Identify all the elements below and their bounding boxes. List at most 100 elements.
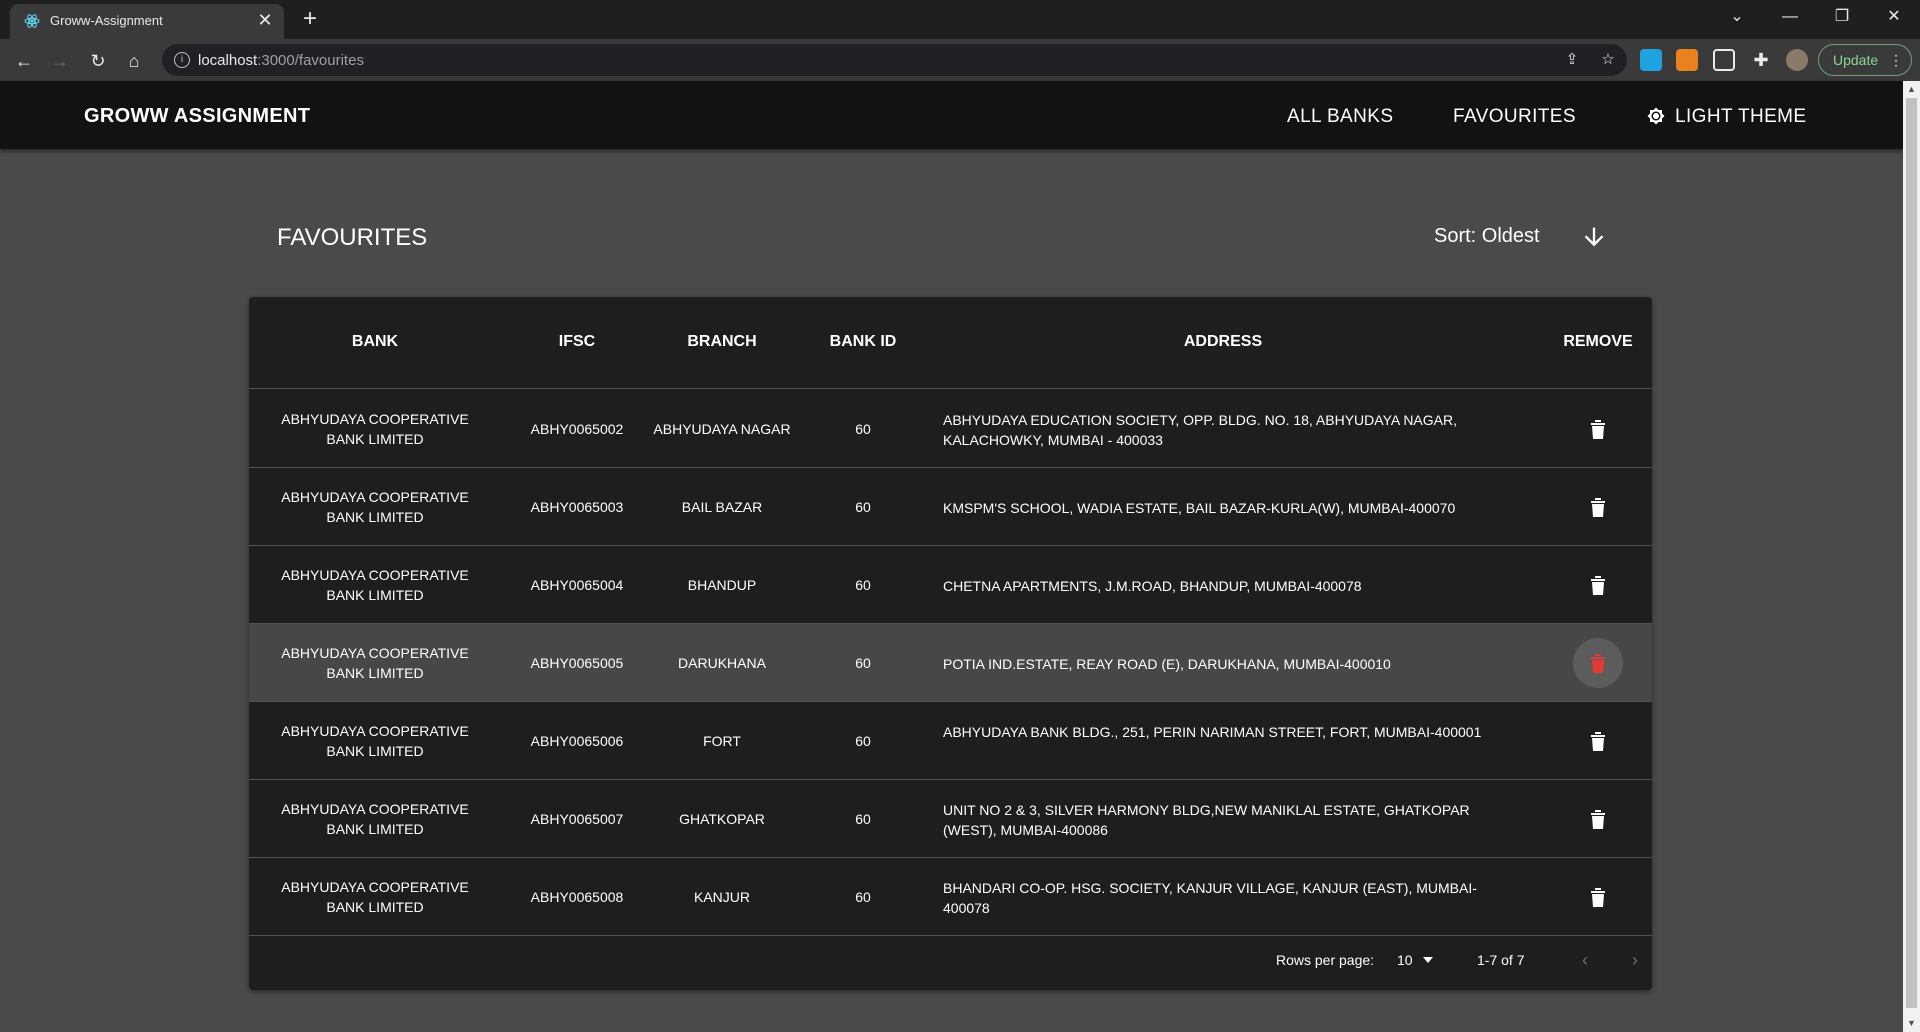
trash-icon — [1591, 654, 1605, 673]
url-text: localhost:3000/favourites — [198, 52, 364, 69]
brand-title[interactable]: GROWW ASSIGNMENT — [84, 105, 310, 128]
nav-favourites[interactable]: FAVOURITES — [1453, 106, 1576, 128]
remove-favourite-button[interactable] — [1573, 482, 1623, 532]
bank-name-cell: ABHYUDAYA COOPERATIVE BANK LIMITED — [281, 879, 469, 915]
minimize-icon[interactable]: — — [1765, 0, 1815, 34]
remove-favourite-button[interactable] — [1573, 872, 1623, 922]
ifsc-cell: ABHY0065003 — [530, 499, 624, 515]
bank-id-cell: 60 — [855, 577, 871, 593]
remove-favourite-button[interactable] — [1573, 404, 1623, 454]
share-icon[interactable]: ⇪ — [1562, 50, 1582, 70]
remove-favourite-button[interactable] — [1573, 638, 1623, 688]
bank-name-cell: ABHYUDAYA COOPERATIVE BANK LIMITED — [281, 489, 469, 525]
metamask-icon[interactable] — [1676, 49, 1698, 71]
tab-strip: Groww-Assignment ✕ + ⌄ — ❐ ✕ — [0, 0, 1920, 39]
app-header: GROWW ASSIGNMENT ALL BANKS FAVOURITES LI… — [0, 81, 1903, 149]
puzzle-extensions-icon[interactable]: ✚ — [1750, 49, 1772, 71]
table-row: ABHYUDAYA COOPERATIVE BANK LIMITED ABHY00… — [249, 468, 1652, 546]
update-button[interactable]: Update ⋮ — [1818, 44, 1912, 76]
bank-id-cell: 60 — [855, 421, 871, 437]
bookmark-star-icon[interactable]: ☆ — [1598, 50, 1618, 70]
branch-cell: KANJUR — [693, 889, 750, 905]
reload-icon[interactable]: ↻ — [84, 47, 112, 75]
trash-icon — [1591, 732, 1605, 751]
theme-toggle-button[interactable]: LIGHT THEME — [1675, 106, 1806, 128]
column-header-address: ADDRESS — [1183, 333, 1263, 350]
address-cell: KMSPM'S SCHOOL, WADIA ESTATE, BAIL BAZAR… — [943, 500, 1456, 516]
column-header-bank: BANK — [351, 333, 399, 350]
address-cell: BHANDARI CO-OP. HSG. SOCIETY, KANJUR VIL… — [943, 880, 1477, 916]
ifsc-cell: ABHY0065005 — [530, 655, 624, 671]
bank-name-cell: ABHYUDAYA COOPERATIVE BANK LIMITED — [281, 723, 469, 759]
ifsc-cell: ABHY0065006 — [530, 733, 624, 749]
address-cell: ABHYUDAYA EDUCATION SOCIETY, OPP. BLDG. … — [943, 412, 1458, 448]
table-row: ABHYUDAYA COOPERATIVE BANK LIMITED ABHY00… — [249, 624, 1652, 702]
branch-cell: DARUKHANA — [678, 655, 766, 671]
remove-favourite-button[interactable] — [1573, 560, 1623, 610]
table-header: BANK IFSC BRANCH BANK ID ADDRESS REMOVE — [249, 297, 1652, 389]
brightness-icon[interactable] — [1647, 107, 1665, 125]
site-info-icon[interactable]: i — [174, 52, 190, 68]
more-menu-icon: ⋮ — [1889, 52, 1903, 68]
table-pagination: Rows per page: 10 1-7 of 7 ‹ › — [249, 932, 1652, 990]
table-row: ABHYUDAYA COOPERATIVE BANK LIMITED ABHY00… — [249, 780, 1652, 858]
address-cell: CHETNA APARTMENTS, J.M.ROAD, BHANDUP, MU… — [943, 578, 1362, 594]
table-row: ABHYUDAYA COOPERATIVE BANK LIMITED ABHY00… — [249, 390, 1652, 468]
address-bar[interactable]: i localhost:3000/favourites ⇪ ☆ — [162, 44, 1627, 76]
back-icon[interactable]: ← — [10, 47, 38, 75]
page-title: FAVOURITES — [277, 224, 428, 251]
branch-cell: BHANDUP — [687, 577, 757, 593]
browser-toolbar: ← → ↻ ⌂ i localhost:3000/favourites ⇪ ☆ … — [0, 39, 1920, 81]
ifsc-cell: ABHY0065007 — [530, 811, 624, 827]
forward-icon[interactable]: → — [46, 47, 74, 75]
tab-close-icon[interactable]: ✕ — [254, 9, 276, 31]
trash-icon — [1591, 888, 1605, 907]
next-page-button[interactable]: › — [1623, 949, 1647, 973]
extension-icon[interactable] — [1640, 49, 1662, 71]
browser-tab[interactable]: Groww-Assignment ✕ — [10, 4, 284, 39]
window-close-icon[interactable]: ✕ — [1869, 0, 1919, 34]
bank-id-cell: 60 — [855, 889, 871, 905]
ifsc-cell: ABHY0065004 — [530, 577, 624, 593]
column-header-ifsc: IFSC — [558, 333, 596, 350]
caret-down-icon[interactable] — [1423, 956, 1433, 964]
home-icon[interactable]: ⌂ — [120, 47, 148, 75]
bank-name-cell: ABHYUDAYA COOPERATIVE BANK LIMITED — [281, 801, 469, 837]
scroll-thumb[interactable] — [1906, 98, 1917, 1008]
tab-search-icon[interactable]: ⌄ — [1712, 0, 1762, 34]
new-tab-button[interactable]: + — [296, 6, 324, 34]
bank-name-cell: ABHYUDAYA COOPERATIVE BANK LIMITED — [281, 567, 469, 603]
pagination-range: 1-7 of 7 — [1477, 952, 1525, 968]
column-header-branch: BRANCH — [687, 333, 757, 350]
previous-page-button[interactable]: ‹ — [1573, 949, 1597, 973]
scroll-down-icon[interactable]: ▼ — [1903, 1015, 1920, 1032]
bank-id-cell: 60 — [855, 655, 871, 671]
column-header-remove: REMOVE — [1563, 333, 1633, 350]
trash-icon — [1591, 498, 1605, 517]
nav-all-banks[interactable]: ALL BANKS — [1287, 106, 1393, 128]
scroll-up-icon[interactable]: ▲ — [1903, 81, 1920, 98]
remove-favourite-button[interactable] — [1573, 794, 1623, 844]
ifsc-cell: ABHY0065002 — [530, 421, 624, 437]
avatar[interactable] — [1786, 49, 1808, 71]
rows-per-page-label: Rows per page: — [1276, 952, 1375, 968]
restore-icon[interactable]: ❐ — [1817, 0, 1867, 34]
table-row: ABHYUDAYA COOPERATIVE BANK LIMITED ABHY00… — [249, 858, 1652, 936]
sort-label: Sort: Oldest — [1434, 225, 1540, 247]
favourites-table: BANK IFSC BRANCH BANK ID ADDRESS REMOVE … — [249, 297, 1652, 990]
cast-icon[interactable] — [1713, 49, 1735, 71]
bank-name-cell: ABHYUDAYA COOPERATIVE BANK LIMITED — [281, 411, 469, 447]
page-scrollbar[interactable]: ▲ ▼ — [1903, 81, 1920, 1032]
bank-id-cell: 60 — [855, 811, 871, 827]
branch-cell: ABHYUDAYA NAGAR — [653, 421, 791, 437]
arrow-down-icon[interactable] — [1580, 222, 1608, 252]
bank-id-cell: 60 — [855, 733, 871, 749]
table-row: ABHYUDAYA COOPERATIVE BANK LIMITED ABHY00… — [249, 702, 1652, 780]
column-header-bank-id: BANK ID — [829, 333, 897, 350]
react-icon — [24, 14, 40, 28]
address-cell: UNIT NO 2 & 3, SILVER HARMONY BLDG,NEW M… — [943, 802, 1470, 838]
rows-per-page-select[interactable]: 10 — [1397, 952, 1413, 968]
tab-title: Groww-Assignment — [50, 13, 163, 28]
remove-favourite-button[interactable] — [1573, 716, 1623, 766]
branch-cell: GHATKOPAR — [679, 811, 765, 827]
